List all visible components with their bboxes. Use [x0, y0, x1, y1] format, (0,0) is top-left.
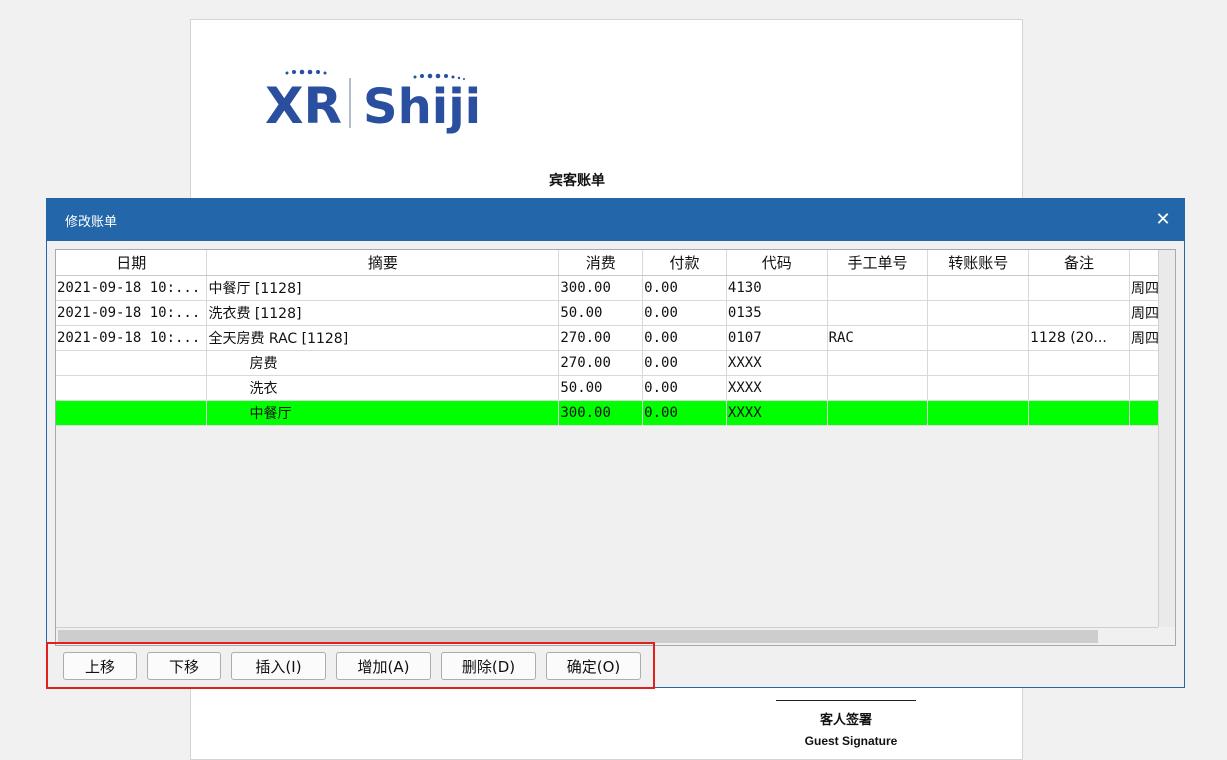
vertical-scrollbar[interactable]: [1158, 250, 1175, 628]
cell-code: XXXX: [726, 375, 828, 401]
signature-line: [776, 700, 916, 701]
cell-payment: 0.00: [642, 350, 727, 376]
column-header-remark[interactable]: 备注: [1028, 250, 1130, 276]
table-row[interactable]: 2021-09-18 10:... 全天房费 RAC [1128] 270.00…: [56, 325, 1175, 351]
cell-code: 4130: [726, 275, 828, 301]
cell-manual-no: [827, 375, 929, 401]
cell-summary: 洗衣: [206, 375, 560, 401]
cell-payment: 0.00: [642, 400, 727, 426]
close-icon[interactable]: ✕: [1152, 209, 1174, 231]
cell-payment: 0.00: [642, 300, 727, 326]
table-row-selected[interactable]: 中餐厅 300.00 0.00 XXXX: [56, 400, 1175, 426]
column-header-payment[interactable]: 付款: [642, 250, 727, 276]
logo-text-xr: XR: [265, 77, 342, 134]
cell-charge: 270.00: [558, 350, 644, 376]
cell-code: XXXX: [726, 400, 828, 426]
cell-date: [56, 350, 208, 376]
column-header-summary[interactable]: 摘要: [206, 250, 560, 276]
shiji-logo: XR Shiji: [265, 69, 481, 134]
column-header-transfer-account[interactable]: 转账账号: [927, 250, 1030, 276]
cell-manual-no: [827, 300, 929, 326]
cell-manual-no: [827, 400, 929, 426]
logo-text-shiji: Shiji: [363, 79, 481, 134]
signature-label-en: Guest Signature: [804, 734, 898, 748]
column-header-manual-no[interactable]: 手工单号: [827, 250, 929, 276]
cell-charge: 50.00: [558, 300, 644, 326]
cell-code: 0135: [726, 300, 828, 326]
table-row[interactable]: 2021-09-18 10:... 洗衣费 [1128] 50.00 0.00 …: [56, 300, 1175, 326]
cell-manual-no: [827, 350, 929, 376]
cell-remark: [1028, 300, 1130, 326]
cell-charge: 300.00: [558, 400, 644, 426]
column-header-code[interactable]: 代码: [726, 250, 828, 276]
cell-transfer-account: [927, 275, 1030, 301]
cell-remark: [1028, 350, 1130, 376]
cell-charge: 50.00: [558, 375, 644, 401]
bill-grid[interactable]: 日期 摘要 消费 付款 代码 手工单号 转账账号 备注 2021-09-18 1…: [55, 249, 1176, 646]
cell-remark: 1128 (20...: [1028, 325, 1130, 351]
cell-date: 2021-09-18 10:...: [56, 300, 208, 326]
cell-manual-no: [827, 275, 929, 301]
cell-summary: 全天房费 RAC [1128]: [206, 325, 560, 351]
cell-remark: [1028, 375, 1130, 401]
cell-transfer-account: [927, 375, 1030, 401]
cell-date: [56, 375, 208, 401]
cell-remark: [1028, 275, 1130, 301]
cell-date: 2021-09-18 10:...: [56, 325, 208, 351]
cell-summary: 中餐厅: [206, 400, 560, 426]
cell-charge: 270.00: [558, 325, 644, 351]
dialog-title: 修改账单: [65, 214, 118, 230]
table-row[interactable]: 2021-09-18 10:... 中餐厅 [1128] 300.00 0.00…: [56, 275, 1175, 301]
cell-charge: 300.00: [558, 275, 644, 301]
table-row[interactable]: 洗衣 50.00 0.00 XXXX: [56, 375, 1175, 401]
cell-manual-no: RAC: [827, 325, 929, 351]
cell-payment: 0.00: [642, 275, 727, 301]
cell-transfer-account: [927, 300, 1030, 326]
cell-payment: 0.00: [642, 375, 727, 401]
cell-date: 2021-09-18 10:...: [56, 275, 208, 301]
bill-table: 日期 摘要 消费 付款 代码 手工单号 转账账号 备注 2021-09-18 1…: [56, 250, 1175, 426]
annotation-highlight-box: [46, 642, 655, 689]
modify-bill-dialog: 修改账单 ✕ 日期 摘要 消费 付款 代码 手工单号 转账账号 备注 2021-…: [46, 198, 1185, 688]
cell-transfer-account: [927, 325, 1030, 351]
scrollbar-corner: [1158, 627, 1175, 645]
cell-summary: 房费: [206, 350, 560, 376]
column-header-charge[interactable]: 消费: [558, 250, 644, 276]
dialog-titlebar[interactable]: 修改账单 ✕: [47, 199, 1184, 241]
column-header-date[interactable]: 日期: [56, 250, 208, 276]
cell-payment: 0.00: [642, 325, 727, 351]
signature-label-cn: 客人签署: [819, 713, 872, 728]
cell-summary: 中餐厅 [1128]: [206, 275, 560, 301]
cell-code: 0107: [726, 325, 828, 351]
cell-code: XXXX: [726, 350, 828, 376]
cell-date: [56, 400, 208, 426]
document-title: 宾客账单: [549, 173, 605, 189]
table-header-row: 日期 摘要 消费 付款 代码 手工单号 转账账号 备注: [56, 250, 1175, 276]
cell-remark: [1028, 400, 1130, 426]
cell-summary: 洗衣费 [1128]: [206, 300, 560, 326]
cell-transfer-account: [927, 400, 1030, 426]
cell-transfer-account: [927, 350, 1030, 376]
table-row[interactable]: 房费 270.00 0.00 XXXX: [56, 350, 1175, 376]
